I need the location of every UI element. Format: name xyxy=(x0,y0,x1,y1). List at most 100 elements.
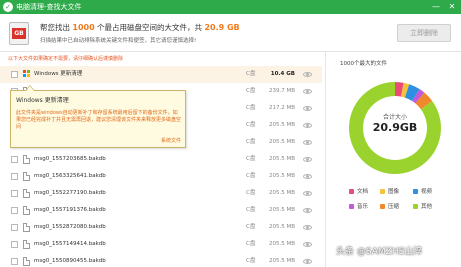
view-eye-icon[interactable] xyxy=(303,225,312,230)
row-checkbox[interactable] xyxy=(11,156,18,163)
file-size: 205.5 MB xyxy=(268,173,295,179)
app-logo-icon: ✓ xyxy=(3,2,13,12)
close-button[interactable]: ✕ xyxy=(445,0,459,14)
file-drive: C盘 xyxy=(246,88,256,94)
panel-title: 1000个最大的文件 xyxy=(340,61,387,67)
file-name: msg0_1563325641.bakdb xyxy=(34,173,106,179)
legend-item: 文档 xyxy=(349,187,368,195)
headline-middle: 个最占用磁盘空间的大文件，共 xyxy=(97,23,203,32)
view-eye-icon[interactable] xyxy=(303,89,312,94)
file-icon xyxy=(23,206,30,215)
legend-item: 音乐 xyxy=(349,202,368,210)
file-drive: C盘 xyxy=(246,207,256,213)
view-eye-icon[interactable] xyxy=(303,123,312,128)
view-eye-icon[interactable] xyxy=(303,208,312,213)
view-eye-icon[interactable] xyxy=(303,72,312,77)
legend-swatch xyxy=(349,189,354,194)
window-title: 电脑清理-查找大文件 xyxy=(16,3,82,11)
title-bar: ✓ 电脑清理-查找大文件 — ✕ xyxy=(0,0,461,14)
file-name: msg0_1557203685.bakdb xyxy=(34,156,106,162)
view-eye-icon[interactable] xyxy=(303,174,312,179)
summary-subline: 扫描结果中已自动排除系统关键文件和便签，其它请您谨慎选择! xyxy=(40,38,197,44)
legend-item: 图像 xyxy=(380,187,399,195)
disk-gb-icon: GB xyxy=(9,22,29,45)
donut-center-label: 合计大小 xyxy=(382,114,407,121)
row-checkbox[interactable] xyxy=(11,190,18,197)
legend-label: 视频 xyxy=(421,189,433,195)
file-icon xyxy=(23,257,30,266)
table-row[interactable]: msg0_1552277190.bakdb C盘 205.5 MB xyxy=(0,185,322,202)
view-eye-icon[interactable] xyxy=(303,259,312,264)
file-icon xyxy=(23,240,30,249)
file-icon xyxy=(23,223,30,232)
table-row[interactable]: Windows 更新清理 C盘 10.4 GB xyxy=(0,66,322,83)
legend-item: 其他 xyxy=(413,202,432,210)
row-checkbox[interactable] xyxy=(11,258,18,265)
row-checkbox[interactable] xyxy=(11,224,18,231)
legend-label: 其他 xyxy=(421,204,433,210)
file-size: 205.5 MB xyxy=(268,122,295,128)
file-name: msg0_1557191376.bakdb xyxy=(34,207,106,213)
view-eye-icon[interactable] xyxy=(303,140,312,145)
file-size: 10.4 GB xyxy=(270,71,295,77)
file-drive: C盘 xyxy=(246,156,256,162)
summary-headline: 帮您找出 1000 个最占用磁盘空间的大文件，共 20.9 GB xyxy=(40,22,240,33)
view-eye-icon[interactable] xyxy=(303,106,312,111)
file-icon xyxy=(23,155,30,164)
file-name: msg0_1550890455.bakdb xyxy=(34,258,106,264)
legend-item: 压缩 xyxy=(380,202,399,210)
file-drive: C盘 xyxy=(246,190,256,196)
table-row[interactable]: msg0_1557203685.bakdb C盘 205.5 MB xyxy=(0,151,322,168)
tooltip: Windows 更新清理 此文件夹是windows自动更新补丁和存留系统最用后留… xyxy=(10,85,186,148)
file-size: 205.5 MB xyxy=(268,224,295,230)
donut-center-value: 20.9GB xyxy=(372,121,418,134)
file-icon xyxy=(23,172,30,181)
row-checkbox[interactable] xyxy=(11,241,18,248)
view-eye-icon[interactable] xyxy=(303,242,312,247)
legend-swatch xyxy=(413,189,418,194)
legend-label: 压缩 xyxy=(388,204,400,210)
legend-swatch xyxy=(349,204,354,209)
file-name: msg0_1557149414.bakdb xyxy=(34,241,106,247)
table-row[interactable]: msg0_1563325641.bakdb C盘 205.5 MB xyxy=(0,168,322,185)
panel-divider xyxy=(325,52,326,267)
row-checkbox[interactable] xyxy=(11,71,18,78)
tooltip-tag: 系统文件 xyxy=(160,138,181,144)
file-count: 1000 xyxy=(72,23,95,32)
minimize-button[interactable]: — xyxy=(429,0,443,14)
tooltip-body: 此文件夹是windows自动更新补丁和存留系统最用后留下的备份文件，如果您已经完… xyxy=(16,110,182,130)
view-eye-icon[interactable] xyxy=(303,157,312,162)
file-icon xyxy=(23,189,30,198)
row-checkbox[interactable] xyxy=(11,173,18,180)
file-drive: C盘 xyxy=(246,258,256,264)
gb-label: GB xyxy=(12,28,26,39)
table-row[interactable]: msg0_1552872080.bakdb C盘 205.5 MB xyxy=(0,219,322,236)
file-drive: C盘 xyxy=(246,241,256,247)
summary-header: GB 帮您找出 1000 个最占用磁盘空间的大文件，共 20.9 GB 扫描结果… xyxy=(0,14,461,52)
table-row[interactable]: msg0_1550890455.bakdb C盘 205.5 MB xyxy=(0,253,322,267)
app-window: ✓ 电脑清理-查找大文件 — ✕ GB 帮您找出 1000 个最占用磁盘空间的大… xyxy=(0,0,461,267)
row-checkbox[interactable] xyxy=(11,207,18,214)
file-drive: C盘 xyxy=(246,71,256,77)
file-size: 205.5 MB xyxy=(268,258,295,264)
file-name: msg0_1552872080.bakdb xyxy=(34,224,106,230)
file-size: 205.5 MB xyxy=(268,139,295,145)
legend-label: 音乐 xyxy=(357,204,369,210)
file-drive: C盘 xyxy=(246,105,256,111)
delete-button[interactable]: 立即删除 xyxy=(397,24,451,42)
windows-update-icon xyxy=(23,70,31,78)
file-drive: C盘 xyxy=(246,139,256,145)
legend-label: 文档 xyxy=(357,189,369,195)
legend-item: 视频 xyxy=(413,187,432,195)
file-size: 239.7 MB xyxy=(268,88,295,94)
table-row[interactable]: msg0_1557149414.bakdb C盘 205.5 MB xyxy=(0,236,322,253)
headline-prefix: 帮您找出 xyxy=(40,23,70,32)
file-size: 205.5 MB xyxy=(268,207,295,213)
file-drive: C盘 xyxy=(246,122,256,128)
file-name: msg0_1552277190.bakdb xyxy=(34,190,106,196)
table-row[interactable]: msg0_1557191376.bakdb C盘 205.5 MB xyxy=(0,202,322,219)
view-eye-icon[interactable] xyxy=(303,191,312,196)
legend-label: 图像 xyxy=(388,189,400,195)
file-size: 217.2 MB xyxy=(268,105,295,111)
watermark: 头条 @SAMZHE山淬 xyxy=(336,247,423,257)
